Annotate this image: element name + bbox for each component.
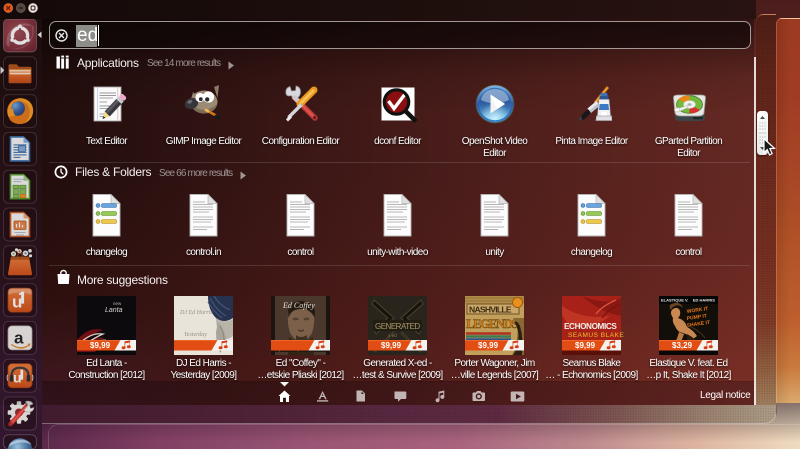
svg-text:Yesterday: Yesterday (184, 332, 207, 338)
svg-text:$9,99: $9,99 (575, 341, 596, 350)
svg-text:SEAMUS BLAKE: SEAMUS BLAKE (568, 332, 624, 339)
svg-text:NASHVILLE: NASHVILLE (469, 305, 512, 315)
svg-text:$9,99: $9,99 (381, 341, 402, 350)
svg-text:Ed Coffey: Ed Coffey (282, 301, 315, 310)
svg-text:ECHONOMICS: ECHONOMICS (564, 322, 617, 331)
svg-text:$9,99: $9,99 (90, 341, 111, 350)
svg-text:LEGENDS: LEGENDS (466, 317, 519, 331)
svg-text:new: new (113, 301, 122, 306)
svg-text:x-ed: x-ed (388, 333, 397, 338)
svg-text:ELASTIQUE V. ED HARRIS: ELASTIQUE V. ED HARRIS (661, 298, 715, 303)
svg-text:$3,29: $3,29 (672, 341, 693, 350)
svg-text:$9,99: $9,99 (478, 341, 499, 350)
svg-text:GENERATED: GENERATED (375, 322, 420, 331)
svg-text:DJ Ed Harris: DJ Ed Harris (179, 310, 213, 316)
svg-text:Lanta: Lanta (105, 307, 123, 314)
